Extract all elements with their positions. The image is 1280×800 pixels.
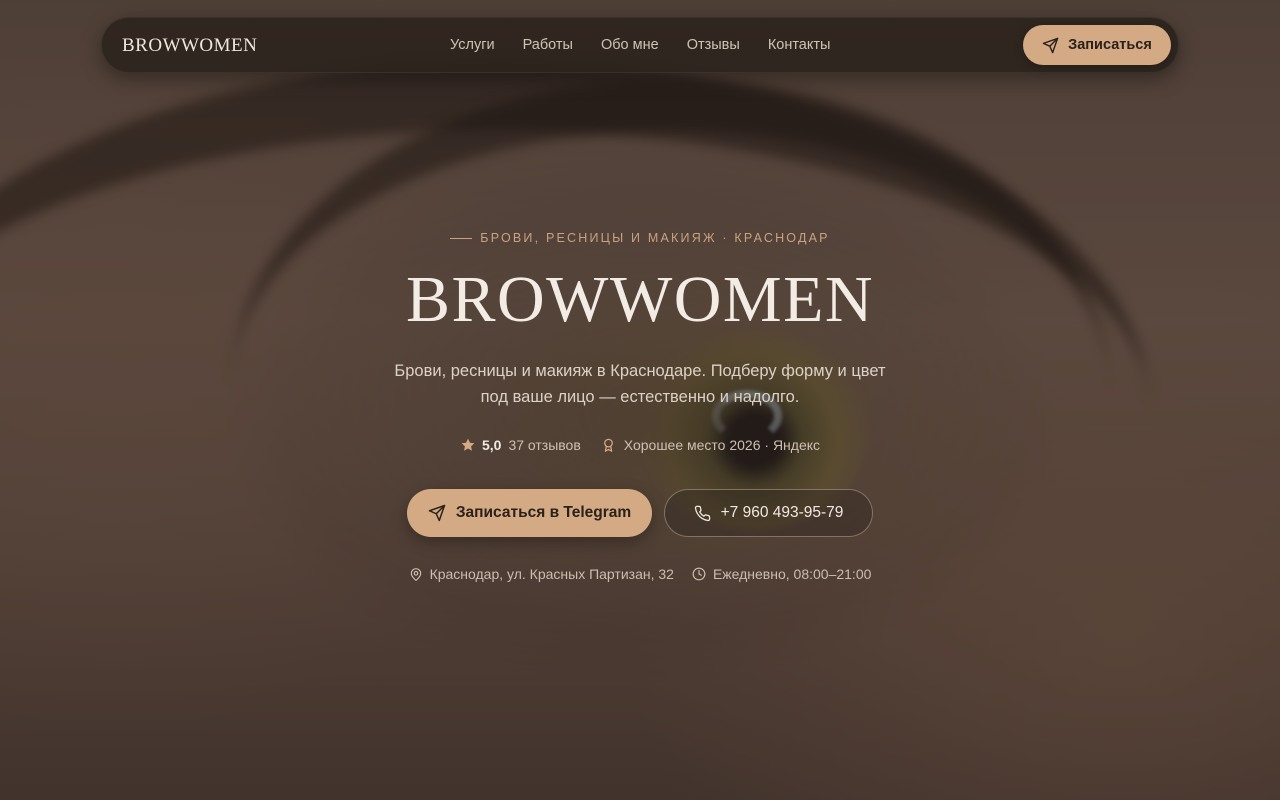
award-badge: Хорошее место 2026 · Яндекс — [601, 437, 820, 453]
hero-actions: Записаться в Telegram +7 960 493-95-79 — [0, 489, 1280, 537]
address-item: Краснодар, ул. Красных Партизан, 32 — [409, 566, 674, 582]
award-icon — [601, 437, 616, 453]
logo[interactable]: BROWWOMEN — [122, 35, 257, 57]
telegram-book-label: Записаться в Telegram — [455, 504, 632, 521]
nav-link-services[interactable]: Услуги — [450, 37, 495, 53]
hero-meta: 5,0 37 отзывов Хорошее место 2026 · Янде… — [0, 437, 1280, 453]
nav-links: Услуги Работы Обо мне Отзывы Контакты — [450, 37, 858, 53]
star-icon — [460, 437, 476, 453]
nav-link-works[interactable]: Работы — [523, 37, 573, 53]
award-text: Хорошее место 2026 · Яндекс — [623, 437, 821, 453]
hero-eyebrow: БРОВИ, РЕСНИЦЫ И МАКИЯЖ · КРАСНОДАР — [0, 231, 1280, 245]
eyebrow-divider — [450, 237, 473, 239]
telegram-book-button[interactable]: Записаться в Telegram — [407, 489, 652, 537]
eyebrow-text: БРОВИ, РЕСНИЦЫ И МАКИЯЖ · КРАСНОДАР — [480, 231, 830, 245]
send-icon — [1042, 37, 1059, 54]
hours-text: Ежедневно, 08:00–21:00 — [712, 566, 872, 582]
hero-title: BROWWOMEN — [405, 263, 875, 336]
nav-book-button[interactable]: Записаться — [1023, 25, 1171, 65]
nav-link-contacts[interactable]: Контакты — [768, 37, 831, 53]
nav-book-label: Записаться — [1068, 37, 1152, 53]
send-icon — [428, 504, 446, 522]
phone-button[interactable]: +7 960 493-95-79 — [664, 489, 873, 537]
address-text: Краснодар, ул. Красных Партизан, 32 — [429, 566, 674, 582]
rating-value: 5,0 — [481, 437, 502, 453]
clock-icon — [692, 567, 706, 581]
nav-link-about[interactable]: Обо мне — [601, 37, 659, 53]
phone-number: +7 960 493-95-79 — [720, 504, 844, 521]
nav-link-reviews[interactable]: Отзывы — [687, 37, 740, 53]
hero-info: Краснодар, ул. Красных Партизан, 32 Ежед… — [0, 566, 1280, 582]
reviews-count[interactable]: 37 отзывов — [508, 437, 580, 453]
navbar: BROWWOMEN Услуги Работы Обо мне Отзывы К… — [101, 17, 1179, 73]
phone-icon — [694, 505, 711, 522]
hours-item: Ежедневно, 08:00–21:00 — [692, 566, 871, 582]
hero-subtitle: Брови, ресницы и макияж в Краснодаре. По… — [394, 362, 886, 406]
map-pin-icon — [409, 567, 423, 582]
